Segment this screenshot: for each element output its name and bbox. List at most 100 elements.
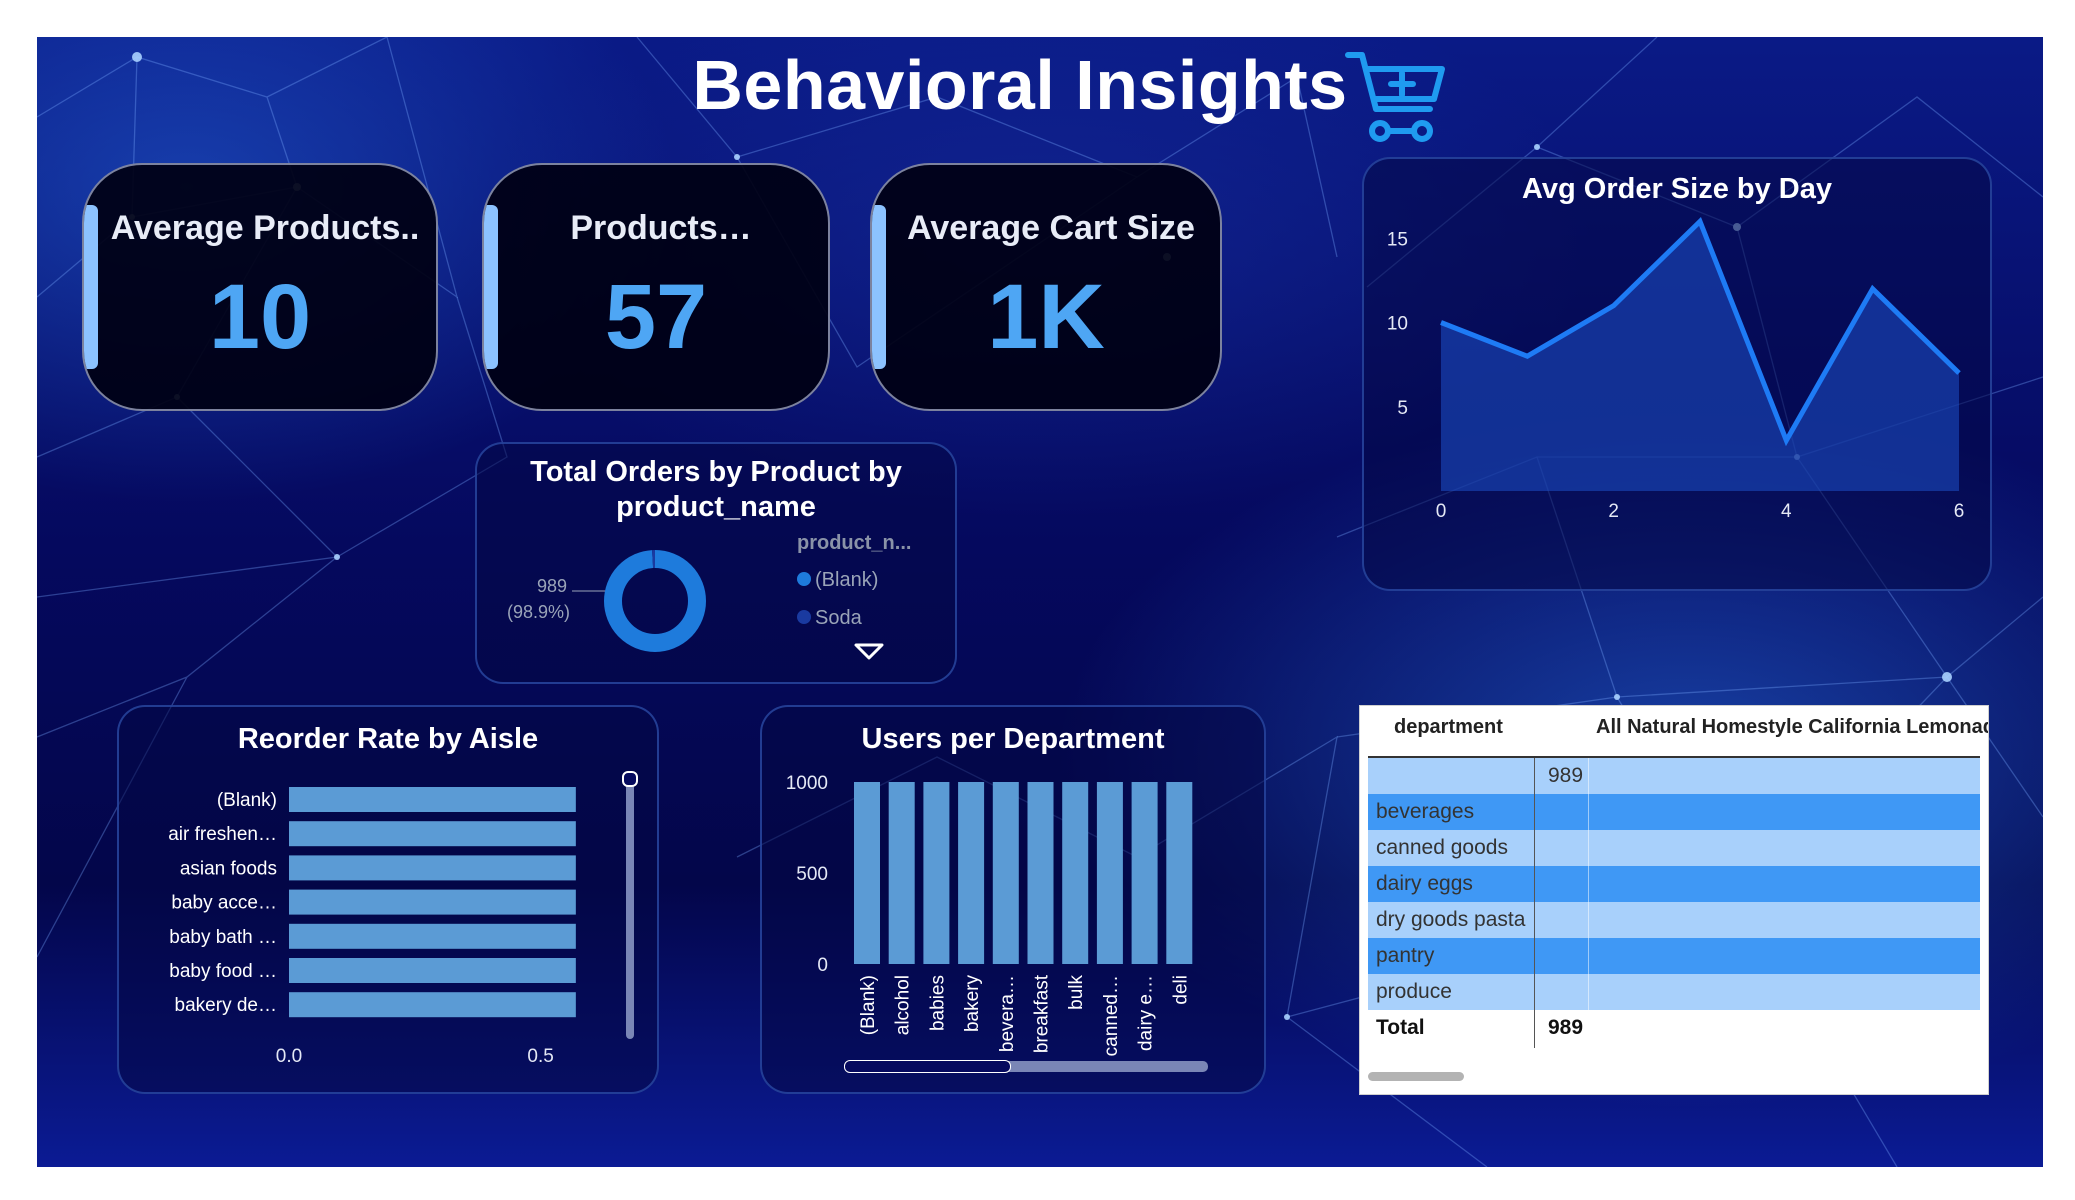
chevron-down-icon[interactable]: [853, 642, 885, 662]
cart-plus-icon: [1345, 52, 1445, 142]
kpi-card-avg-products: Average Products.. 10: [82, 163, 438, 411]
kpi-value: 10: [208, 266, 312, 368]
table-cell-dept: dairy eggs: [1376, 872, 1473, 895]
y-tick-label: 15: [1387, 229, 1408, 250]
donut-pct-label: (98.9%): [507, 602, 571, 622]
table-cell-dept: canned goods: [1376, 836, 1508, 859]
category-label: (Blank): [217, 790, 277, 811]
table-total-label: Total: [1376, 1016, 1425, 1039]
category-label: (Blank): [858, 975, 879, 1035]
table-row[interactable]: produce: [1368, 974, 1980, 1010]
category-label: bakery de…: [175, 995, 277, 1016]
donut-slice: [604, 550, 706, 652]
table-row[interactable]: pantry: [1368, 938, 1980, 974]
matrix-column-divider: [1588, 758, 1589, 1010]
table-cell-dept: produce: [1376, 980, 1452, 1003]
category-label: dairy e…: [1136, 975, 1157, 1051]
kpi-card-products: Products… 57: [482, 163, 830, 411]
matrix-header-product[interactable]: All Natural Homestyle California Lemonad…: [1596, 716, 1988, 739]
category-label: breakfast: [1032, 974, 1053, 1053]
category-label: asian foods: [180, 858, 277, 879]
category-label: canned…: [1101, 975, 1122, 1056]
category-label: air freshen…: [168, 824, 277, 845]
bar: [854, 782, 880, 964]
bar: [289, 787, 576, 812]
department-matrix: department All Natural Homestyle Califor…: [1359, 705, 1989, 1095]
bar: [289, 923, 576, 949]
bar: [1166, 782, 1193, 964]
y-tick-label: 500: [796, 864, 828, 885]
legend-label: Soda: [815, 607, 862, 629]
legend-item-soda[interactable]: Soda: [797, 607, 862, 630]
scrollbar-thumb[interactable]: [622, 771, 638, 787]
category-label: baby acce…: [171, 893, 277, 914]
category-label: bevera…: [997, 975, 1018, 1052]
legend-dot: [797, 610, 811, 624]
y-tick-label: 5: [1397, 398, 1408, 419]
bar: [289, 889, 576, 915]
dashboard-canvas: Behavioral Insights Average Products.. 1…: [37, 37, 2043, 1167]
matrix-column-divider: [1534, 758, 1535, 1048]
x-tick-label: 0: [1436, 501, 1447, 522]
y-tick-label: 0: [817, 955, 828, 976]
legend-label: (Blank): [815, 569, 879, 591]
category-label: alcohol: [893, 975, 914, 1035]
scrollbar-thumb[interactable]: [844, 1060, 1011, 1073]
x-tick-label: 6: [1954, 501, 1965, 522]
bar: [1096, 782, 1123, 964]
bar: [289, 992, 576, 1018]
kpi-label: Average Cart Size: [907, 209, 1195, 247]
bar: [923, 782, 950, 964]
page-title: Behavioral Insights: [692, 46, 1348, 124]
x-tick-label: 2: [1608, 501, 1619, 522]
bar: [888, 782, 915, 964]
bar: [1131, 782, 1158, 964]
x-tick-label: 0.0: [276, 1046, 302, 1067]
donut-title-line1: Total Orders by Product by: [530, 456, 902, 488]
vertical-scrollbar[interactable]: [626, 777, 634, 1039]
bar: [289, 958, 576, 983]
bar: [289, 855, 576, 881]
table-row[interactable]: dry goods pasta: [1368, 902, 1980, 938]
kpi-label: Average Products..: [110, 209, 420, 247]
reorder-panel: Reorder Rate by Aisle (Blank) air freshen…: [117, 705, 659, 1094]
x-tick-label: 4: [1781, 501, 1792, 522]
donut-panel: Total Orders by Product by product_name …: [475, 442, 957, 684]
category-label: baby bath …: [169, 927, 277, 948]
table-cell-dept: pantry: [1376, 944, 1435, 967]
users-bar-chart[interactable]: (Blank) alcohol babies bakery bevera… breakfa…: [762, 707, 1264, 1092]
legend-item-blank[interactable]: (Blank): [797, 569, 878, 592]
table-total-row[interactable]: Total 989: [1368, 1010, 1980, 1046]
table-row[interactable]: dairy eggs: [1368, 866, 1980, 902]
bar: [289, 821, 576, 847]
kpi-value: 1K: [987, 266, 1105, 368]
category-label: bakery: [962, 975, 983, 1033]
y-tick-label: 10: [1387, 314, 1408, 335]
table-cell-dept: beverages: [1376, 800, 1475, 823]
kpi-value: 57: [604, 266, 708, 368]
kpi-label: Products…: [570, 209, 752, 247]
bar: [992, 782, 1019, 964]
area-fill: [1441, 221, 1959, 491]
y-tick-label: 1000: [786, 773, 828, 794]
donut-title-line2: product_name: [616, 491, 816, 523]
table-row[interactable]: canned goods: [1368, 830, 1980, 866]
category-label: deli: [1170, 975, 1191, 1005]
users-panel: Users per Department (Blank) alcohol babie…: [760, 705, 1266, 1094]
matrix-header-department[interactable]: department: [1394, 716, 1503, 739]
horizontal-scrollbar[interactable]: [1368, 1072, 1464, 1081]
table-total-value: 989: [1548, 1016, 1584, 1039]
kpi-card-avg-cart-size: Average Cart Size 1K: [870, 163, 1222, 411]
table-row[interactable]: 989: [1368, 758, 1980, 794]
category-label: bulk: [1066, 975, 1087, 1010]
bar: [1062, 782, 1089, 964]
table-cell-dept: dry goods pasta: [1376, 908, 1526, 931]
category-label: babies: [927, 975, 948, 1031]
donut-chart[interactable]: [595, 541, 715, 661]
table-row[interactable]: beverages: [1368, 794, 1980, 830]
x-tick-label: 0.5: [527, 1046, 553, 1067]
area-chart[interactable]: 0 2 4 6 5 10 15: [1364, 159, 1990, 589]
legend-dot: [797, 572, 811, 586]
reorder-bar-chart[interactable]: (Blank) air freshen… asian foods baby acce……: [119, 707, 657, 1092]
bar: [958, 782, 985, 964]
